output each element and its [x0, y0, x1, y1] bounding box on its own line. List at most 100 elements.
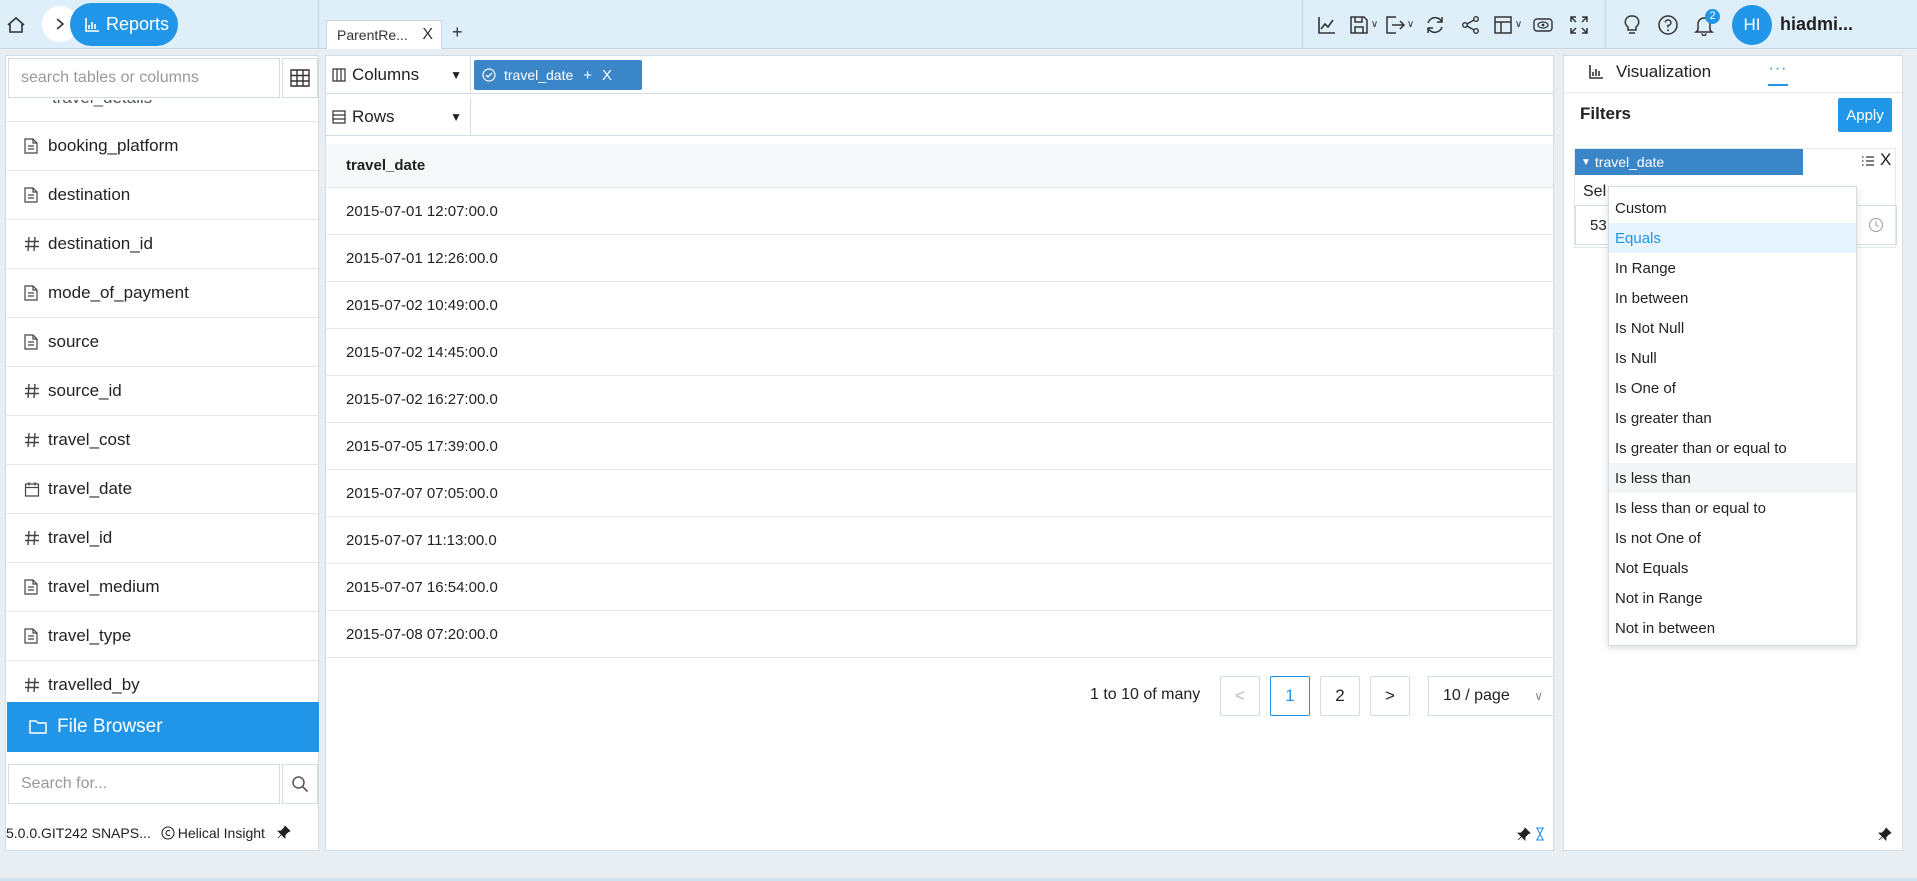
filter-field-pill[interactable]: ▼ travel_date [1575, 149, 1803, 175]
list-item[interactable]: travel_details [6, 100, 318, 122]
canvas-pins [1517, 827, 1545, 844]
remove-column-button[interactable]: X [602, 67, 612, 84]
field-item-destination-id[interactable]: destination_id [6, 220, 318, 269]
filter-field-label: travel_date [1594, 154, 1665, 170]
caret-down-icon[interactable]: ▼ [450, 68, 462, 82]
line-chart-button[interactable] [1309, 7, 1345, 43]
notifications-button[interactable]: 2 [1686, 7, 1722, 43]
data-table: travel_date 2015-07-01 12:07:00.0 2015-07… [326, 144, 1553, 658]
column-pill[interactable]: travel_date + X [474, 60, 642, 90]
tab-more[interactable]: ··· [1768, 60, 1788, 86]
field-item-booking-platform[interactable]: booking_platform [6, 122, 318, 171]
add-tab-button[interactable]: + [452, 22, 463, 43]
field-item-travel-date[interactable]: travel_date [6, 465, 318, 514]
lightbulb-icon [1624, 14, 1640, 34]
help-icon [1658, 14, 1678, 35]
field-label: destination_id [48, 234, 153, 253]
search-button[interactable] [282, 764, 318, 804]
field-item-mode-of-payment[interactable]: mode_of_payment [6, 269, 318, 318]
dropdown-option[interactable]: Custom [1609, 193, 1856, 223]
user-menu[interactable]: HI hiadmi... [1732, 4, 1853, 45]
page-size-select[interactable]: 10 / page ∨ [1428, 676, 1554, 716]
document-tab-label: ParentRe... [337, 27, 408, 43]
chevron-down-icon: ∨ [1514, 19, 1523, 30]
file-browser-button[interactable]: File Browser [7, 702, 319, 752]
dropdown-option[interactable]: Is Not Null [1609, 313, 1856, 343]
table-view-button[interactable] [282, 58, 318, 98]
dropdown-option[interactable]: In Range [1609, 253, 1856, 283]
table-row: 2015-07-07 07:05:00.0 [326, 470, 1553, 517]
rows-icon [332, 109, 346, 124]
export-button[interactable]: ∨ [1381, 7, 1417, 43]
next-page-button[interactable]: > [1370, 676, 1410, 716]
layout-button[interactable]: ∨ [1489, 7, 1525, 43]
prev-page-button[interactable]: < [1220, 676, 1260, 716]
refresh-button[interactable] [1417, 7, 1453, 43]
dropdown-option[interactable]: Is less than or equal to [1609, 493, 1856, 523]
fullscreen-button[interactable] [1561, 7, 1597, 43]
save-button[interactable]: ∨ [1345, 7, 1381, 43]
table-header-travel-date[interactable]: travel_date [326, 144, 1553, 188]
dropdown-option[interactable]: Is greater than [1609, 403, 1856, 433]
dropdown-option[interactable]: Is less than [1609, 463, 1856, 493]
dropdown-option[interactable]: Equals [1609, 223, 1856, 253]
breadcrumb-reports[interactable]: Reports [70, 3, 178, 46]
data-panel: travel_details booking_platform destinati… [5, 55, 319, 851]
document-tab[interactable]: ParentRe... X [326, 20, 442, 49]
search-tables-input[interactable] [8, 58, 280, 98]
help-button[interactable] [1650, 7, 1686, 43]
field-item-destination[interactable]: destination [6, 171, 318, 220]
export-icon [1386, 15, 1405, 34]
dropdown-option[interactable]: Not in Range [1609, 583, 1856, 613]
rows-shelf-label[interactable]: Rows ▼ [326, 98, 471, 135]
field-item-travel-medium[interactable]: travel_medium [6, 563, 318, 612]
clock-icon[interactable] [1868, 217, 1884, 233]
bar-chart-icon [1589, 65, 1603, 79]
table-grid-icon [290, 69, 310, 87]
pin-icon[interactable] [276, 824, 291, 842]
move-handle-icon[interactable]: + [583, 67, 592, 84]
preview-button[interactable] [1525, 7, 1561, 43]
chevron-down-icon: ∨ [1370, 19, 1379, 30]
page-1-button[interactable]: 1 [1270, 676, 1310, 716]
search-files-input[interactable] [8, 764, 280, 804]
dropdown-option[interactable]: Not Equals [1609, 553, 1856, 583]
dropdown-option[interactable]: Is greater than or equal to [1609, 433, 1856, 463]
list-icon[interactable] [1861, 154, 1875, 172]
caret-down-icon[interactable]: ▼ [450, 110, 462, 124]
toolbar: ∨ ∨ ∨ 2 HI hiadmi... [1302, 0, 1853, 49]
pin-icon[interactable] [1878, 827, 1892, 844]
dropdown-option[interactable]: Is Null [1609, 343, 1856, 373]
field-label: travel_medium [48, 577, 160, 596]
tips-button[interactable] [1614, 7, 1650, 43]
field-item-travel-cost[interactable]: travel_cost [6, 416, 318, 465]
remove-filter-button[interactable]: X [1880, 150, 1891, 170]
dropdown-option[interactable]: Not in between [1609, 613, 1856, 643]
field-label: travelled_by [48, 675, 140, 694]
apply-button[interactable]: Apply [1838, 98, 1892, 132]
field-item-travelled-by[interactable]: travelled_by [6, 661, 318, 700]
page-2-button[interactable]: 2 [1320, 676, 1360, 716]
breadcrumb-reports-label: Reports [106, 14, 170, 34]
dropdown-option[interactable]: In between [1609, 283, 1856, 313]
field-label: travel_id [48, 528, 113, 547]
share-button[interactable] [1453, 7, 1489, 43]
field-label: travel_cost [48, 430, 131, 449]
field-item-travel-id[interactable]: travel_id [6, 514, 318, 563]
columns-shelf-label[interactable]: Columns ▼ [326, 56, 471, 93]
home-button[interactable] [0, 0, 32, 49]
close-tab-button[interactable]: X [422, 26, 433, 44]
hash-icon [24, 432, 46, 448]
dropdown-option[interactable]: Is not One of [1609, 523, 1856, 553]
columns-label: Columns [352, 64, 420, 84]
field-item-source[interactable]: source [6, 318, 318, 367]
tab-visualization[interactable]: Visualization [1588, 62, 1711, 82]
field-item-source-id[interactable]: source_id [6, 367, 318, 416]
hash-icon [24, 383, 46, 399]
table-row: 2015-07-01 12:26:00.0 [326, 235, 1553, 282]
pin-icon[interactable] [1517, 827, 1531, 844]
field-label: destination [48, 185, 131, 204]
version-label: 5.0.0.GIT242 SNAPS... [6, 825, 151, 841]
field-item-travel-type[interactable]: travel_type [6, 612, 318, 661]
dropdown-option[interactable]: Is One of [1609, 373, 1856, 403]
